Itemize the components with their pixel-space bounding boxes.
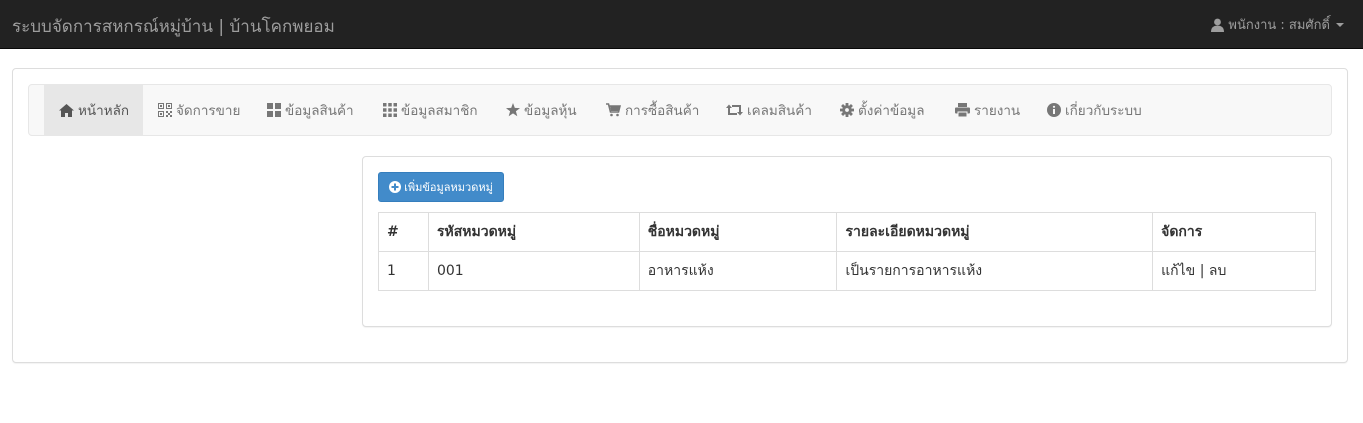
main-menu: หน้าหลัก จัดการขาย ข้อมูลสินค้า ข้อมูลสม… <box>28 84 1332 136</box>
th-icon <box>383 103 397 117</box>
cell-detail: เป็นรายการอาหารแห้ง <box>836 251 1154 291</box>
cell-name: อาหารแห้ง <box>638 251 838 291</box>
action-separator: | <box>1199 263 1205 279</box>
cell-number: 1 <box>378 251 429 291</box>
th-large-icon <box>267 103 281 117</box>
qrcode-icon <box>158 103 172 117</box>
column-header-name: ชื่อหมวดหมู่ <box>638 212 838 252</box>
add-category-label: เพิ่มข้อมูลหมวดหมู่ <box>404 181 493 194</box>
retweet-icon <box>726 104 743 116</box>
cell-actions: แก้ไข | ลบ <box>1152 251 1316 291</box>
menu-item-claims[interactable]: เคลมสินค้า <box>726 85 812 135</box>
menu-item-sales[interactable]: จัดการขาย <box>158 85 240 135</box>
menu-item-members[interactable]: ข้อมูลสมาชิก <box>383 85 478 135</box>
menu-item-shares[interactable]: ข้อมูลหุ้น <box>506 85 577 135</box>
print-icon <box>955 103 970 117</box>
user-menu-toggle[interactable]: พนักงาน : สมศักดิ์ <box>1211 14 1344 35</box>
column-header-number: # <box>378 212 429 252</box>
cell-code: 001 <box>427 251 640 291</box>
info-sign-icon <box>1047 103 1061 117</box>
user-icon <box>1211 18 1225 32</box>
table-header-row: # รหัสหมวดหมู่ ชื่อหมวดหมู่ รายละเอียดหม… <box>378 212 1316 252</box>
menu-item-products[interactable]: ข้อมูลสินค้า <box>267 85 354 135</box>
table-row: 1 001 อาหารแห้ง เป็นรายการอาหารแห้ง แก้ไ… <box>378 251 1316 291</box>
app-brand-title[interactable]: ระบบจัดการสหกรณ์หมู่บ้าน | บ้านโคกพยอม <box>12 13 335 40</box>
shopping-cart-icon <box>606 103 621 117</box>
user-label: พนักงาน : สมศักดิ์ <box>1228 18 1330 33</box>
menu-item-home[interactable]: หน้าหลัก <box>44 85 143 135</box>
star-icon <box>506 103 520 117</box>
menu-item-purchasing[interactable]: การซื้อสินค้า <box>606 85 699 135</box>
delete-link[interactable]: ลบ <box>1209 263 1226 279</box>
menu-item-settings[interactable]: ตั้งค่าข้อมูล <box>840 85 924 135</box>
menu-item-about[interactable]: เกี่ยวกับระบบ <box>1047 85 1142 135</box>
edit-link[interactable]: แก้ไข <box>1161 263 1195 279</box>
menu-item-reports[interactable]: รายงาน <box>955 85 1020 135</box>
category-table: # รหัสหมวดหมู่ ชื่อหมวดหมู่ รายละเอียดหม… <box>378 212 1316 291</box>
home-icon <box>59 103 74 117</box>
add-category-button[interactable]: เพิ่มข้อมูลหมวดหมู่ <box>378 172 504 202</box>
column-header-actions: จัดการ <box>1152 212 1316 252</box>
caret-down-icon <box>1336 22 1344 27</box>
column-header-detail: รายละเอียดหมวดหมู่ <box>836 212 1154 252</box>
top-navbar: ระบบจัดการสหกรณ์หมู่บ้าน | บ้านโคกพยอม พ… <box>0 0 1363 49</box>
column-header-code: รหัสหมวดหมู่ <box>427 212 640 252</box>
plus-sign-icon <box>389 181 402 193</box>
cog-icon <box>840 103 854 117</box>
